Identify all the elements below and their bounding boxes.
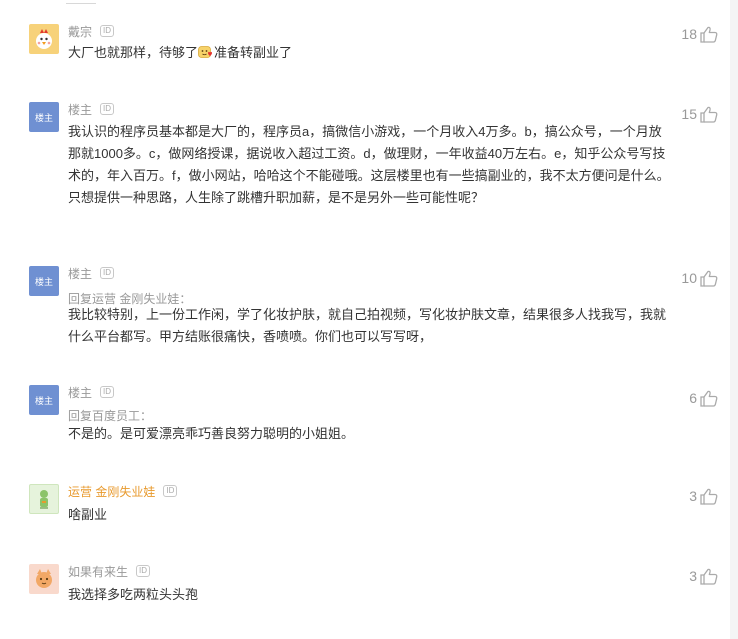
like-count: 15 — [681, 106, 697, 122]
avatar[interactable]: 楼主 — [29, 385, 59, 415]
comment-text-part: 大厂也就那样，待够了 — [68, 45, 199, 60]
like-button[interactable]: 3 — [689, 567, 718, 585]
comment-author-row: 楼主 ID — [68, 101, 115, 118]
shy-emoji-icon — [198, 44, 214, 66]
thumbs-up-icon — [700, 390, 718, 407]
comment-author[interactable]: 如果有来生 — [68, 563, 128, 580]
comment-list: 戴宗 ID 大厂也就那样，待够了 准备转副业了 18 楼主 楼主 ID 我认识的程… — [0, 0, 730, 639]
comment-author-row: 运营 金刚失业娃 ID — [68, 483, 178, 500]
like-button[interactable]: 15 — [681, 105, 718, 123]
comment-text: 我认识的程序员基本都是大厂的，程序员a，搞微信小游戏，一个月收入4万多。b，搞公… — [68, 124, 670, 205]
comment-author-row: 戴宗 ID — [68, 23, 115, 40]
like-button[interactable]: 18 — [681, 25, 718, 43]
comment-text: 我选择多吃两粒头头孢 — [68, 587, 199, 602]
comment-author[interactable]: 楼主 — [68, 101, 92, 118]
avatar[interactable]: 楼主 — [29, 102, 59, 132]
like-count: 3 — [689, 488, 697, 504]
id-badge: ID — [100, 267, 115, 279]
id-badge: ID — [100, 103, 115, 115]
id-badge: ID — [100, 386, 115, 398]
divider — [66, 0, 96, 4]
like-count: 3 — [689, 568, 697, 584]
comment-author-row: 楼主 ID — [68, 384, 115, 401]
comment-text: 大厂也就那样，待够了 准备转副业了 — [68, 42, 670, 66]
thumbs-up-icon — [700, 106, 718, 123]
like-count: 18 — [681, 26, 697, 42]
comment-text: 啥副业 — [68, 507, 108, 522]
like-button[interactable]: 6 — [689, 389, 718, 407]
thumbs-up-icon — [700, 26, 718, 43]
like-button[interactable]: 10 — [681, 269, 718, 287]
chicken-avatar-icon — [36, 29, 52, 49]
avatar-label: 楼主 — [34, 276, 53, 287]
like-count: 10 — [681, 270, 697, 286]
comment-author[interactable]: 运营 金刚失业娃 — [68, 483, 155, 500]
comment-text-part: 准备转副业了 — [214, 45, 293, 60]
comment-author-row: 楼主 ID — [68, 265, 115, 282]
like-count: 6 — [689, 390, 697, 406]
avatar-label: 楼主 — [34, 112, 53, 123]
reply-to-label[interactable]: 回复百度员工： — [68, 407, 152, 424]
id-badge: ID — [136, 565, 151, 577]
orange-cat-avatar-icon — [36, 569, 52, 588]
thumbs-up-icon — [700, 568, 718, 585]
thumbs-up-icon — [700, 270, 718, 287]
comment-author[interactable]: 楼主 — [68, 384, 92, 401]
like-button[interactable]: 3 — [689, 487, 718, 505]
comment-author[interactable]: 戴宗 — [68, 23, 92, 40]
comment-text: 我比较特别，上一份工作闲，学了化妆护肤，就自己拍视频，写化妆护肤文章，结果很多人… — [68, 307, 667, 344]
thumbs-up-icon — [700, 488, 718, 505]
avatar[interactable] — [29, 484, 59, 514]
comment-author[interactable]: 楼主 — [68, 265, 92, 282]
comment-author-row: 如果有来生 ID — [68, 563, 151, 580]
avatar[interactable] — [29, 564, 59, 594]
avatar[interactable] — [29, 24, 59, 54]
avatar-label: 楼主 — [34, 395, 53, 406]
avatar[interactable]: 楼主 — [29, 266, 59, 296]
id-badge: ID — [163, 485, 178, 497]
id-badge: ID — [100, 25, 115, 37]
green-figure-avatar-icon — [40, 490, 48, 509]
comment-text: 不是的。是可爱漂亮乖巧善良努力聪明的小姐姐。 — [68, 426, 355, 441]
